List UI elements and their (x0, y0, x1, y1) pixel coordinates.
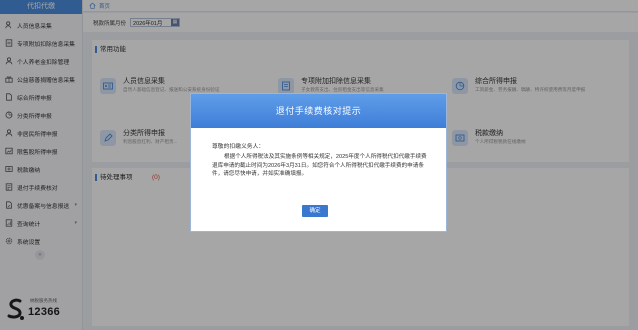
dialog-title: 退付手续费核对提示 (191, 94, 446, 128)
refund-check-dialog: 退付手续费核对提示 尊敬的扣缴义务人： 根据个人所得税法及其实施条例等相关规定，… (190, 93, 447, 232)
dialog-body: 根据个人所得税法及其实施条例等相关规定，2025年度个人所得税代扣代缴手续费退库… (212, 154, 427, 177)
dialog-greeting: 尊敬的扣缴义务人： (212, 144, 265, 150)
confirm-button[interactable]: 确定 (302, 205, 328, 217)
